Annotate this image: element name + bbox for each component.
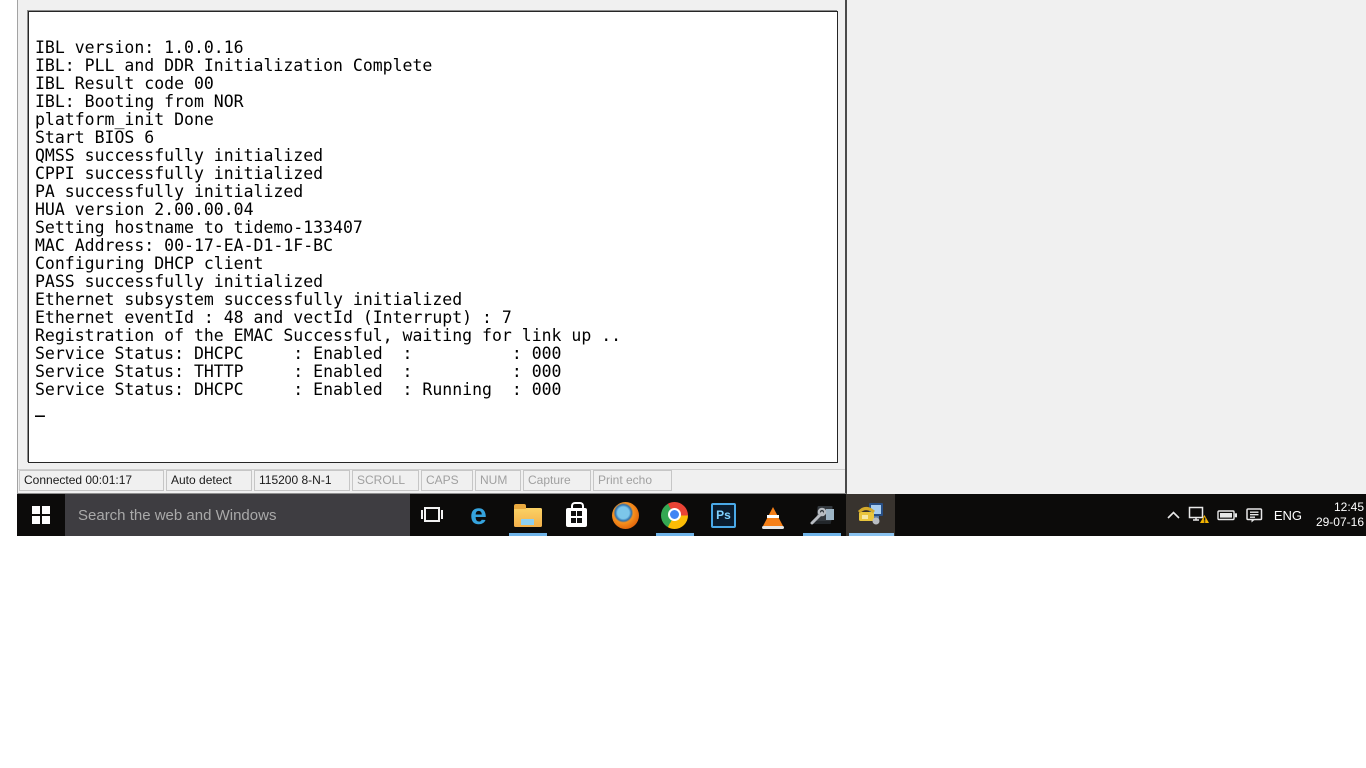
terminal-screen[interactable]: IBL version: 1.0.0.16 IBL: PLL and DDR I… — [28, 11, 838, 463]
chrome-icon — [661, 501, 688, 529]
clock-time: 12:45 — [1333, 500, 1364, 514]
edge-icon: e — [470, 498, 487, 531]
status-pane-printecho: Print echo — [593, 470, 672, 491]
hyperterminal-icon — [857, 503, 883, 525]
terminal-cursor: _ — [35, 398, 45, 417]
taskbar-app-file-explorer[interactable] — [503, 494, 552, 536]
taskbar-app-hyperterminal[interactable] — [846, 494, 895, 536]
store-icon — [566, 501, 587, 527]
system-tray: ENG 12:45 29-07-16 — [1166, 494, 1366, 536]
start-button[interactable] — [17, 494, 65, 536]
taskbar: e Ps — [17, 494, 1366, 536]
taskbar-app-hardware-utility[interactable] — [797, 494, 846, 536]
photoshop-icon: Ps — [711, 502, 736, 528]
status-pane-scroll: SCROLL — [352, 470, 419, 491]
tray-battery-button[interactable] — [1217, 508, 1238, 522]
battery-icon — [1217, 510, 1237, 521]
terminal-window: IBL version: 1.0.0.16 IBL: PLL and DDR I… — [17, 0, 847, 494]
taskbar-app-photoshop[interactable]: Ps — [699, 494, 748, 536]
status-pane-num: NUM — [475, 470, 521, 491]
terminal-output: IBL version: 1.0.0.16 IBL: PLL and DDR I… — [35, 38, 622, 399]
tray-clock[interactable]: 12:45 29-07-16 — [1312, 500, 1364, 530]
vlc-icon — [761, 506, 784, 529]
status-pane-emulation: Auto detect — [166, 470, 252, 491]
start-icon — [32, 506, 50, 524]
task-view-icon — [421, 507, 443, 522]
status-pane-caps: CAPS — [421, 470, 473, 491]
status-bar: Connected 00:01:17 Auto detect 115200 8-… — [18, 469, 845, 492]
tray-language-button[interactable]: ENG — [1271, 508, 1305, 523]
canvas-white-area — [0, 536, 1366, 768]
file-explorer-icon — [513, 503, 542, 527]
taskbar-app-store[interactable] — [552, 494, 601, 536]
firefox-icon — [612, 501, 639, 529]
hardware-utility-icon — [810, 505, 834, 524]
taskbar-app-firefox[interactable] — [601, 494, 650, 536]
tray-action-center-button[interactable] — [1245, 507, 1264, 524]
network-warning-icon — [1188, 506, 1209, 523]
search-input[interactable] — [65, 506, 410, 524]
clock-date: 29-07-16 — [1315, 515, 1364, 529]
status-pane-capture: Capture — [523, 470, 591, 491]
taskbar-app-vlc[interactable] — [748, 494, 797, 536]
taskbar-search[interactable] — [65, 494, 410, 536]
taskbar-app-edge[interactable]: e — [454, 494, 503, 536]
taskbar-app-chrome[interactable] — [650, 494, 699, 536]
task-view-button[interactable] — [410, 494, 454, 536]
action-center-icon — [1246, 507, 1263, 522]
chevron-up-icon — [1167, 511, 1180, 519]
status-pane-connection: Connected 00:01:17 — [19, 470, 164, 491]
tray-network-button[interactable] — [1188, 506, 1210, 524]
status-pane-baud: 115200 8-N-1 — [254, 470, 350, 491]
tray-chevron-button[interactable] — [1166, 509, 1181, 521]
screenshot-region: IBL version: 1.0.0.16 IBL: PLL and DDR I… — [17, 0, 1366, 536]
